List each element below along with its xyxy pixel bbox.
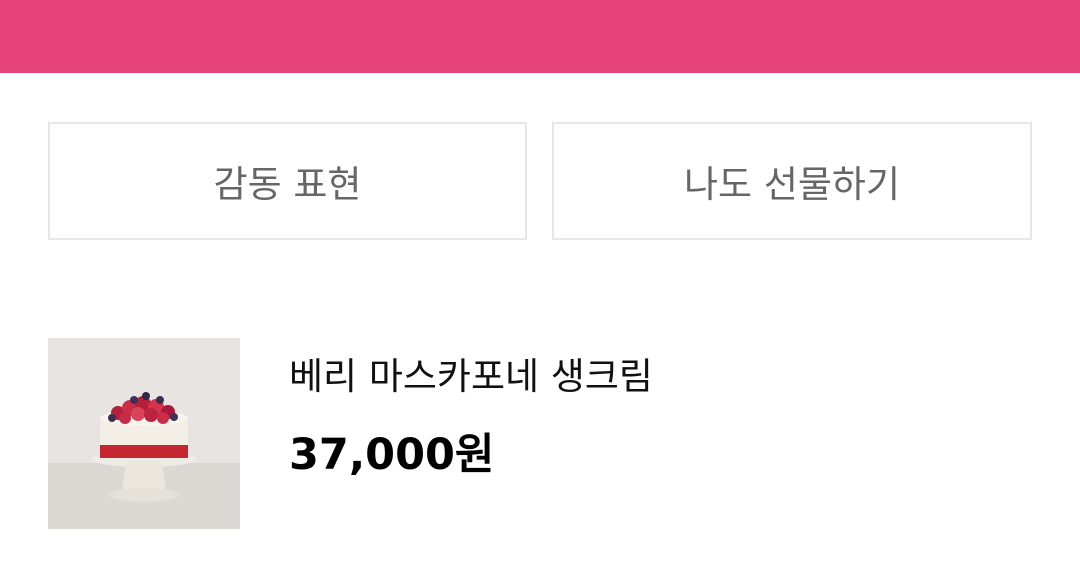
product-name: 베리 마스카포네 생크림 <box>289 355 653 398</box>
gift-too-button[interactable]: 나도 선물하기 <box>552 122 1032 240</box>
top-header-bar <box>0 0 1080 73</box>
product-thumbnail[interactable] <box>48 338 240 529</box>
cake-image <box>48 338 240 529</box>
gift-too-label: 나도 선물하기 <box>683 163 900 206</box>
product-price: 37,000원 <box>289 430 495 480</box>
express-emotion-label: 감동 표현 <box>213 163 362 206</box>
express-emotion-button[interactable]: 감동 표현 <box>48 122 527 240</box>
